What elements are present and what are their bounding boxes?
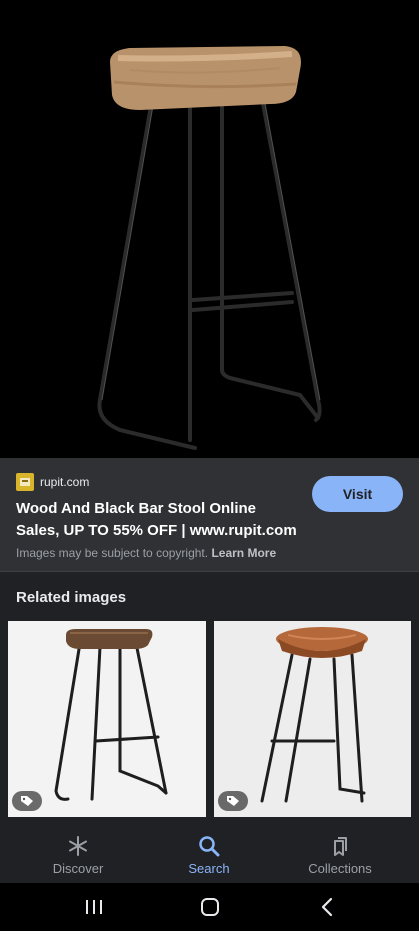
related-images-section: Related images [0, 572, 419, 820]
copyright-notice: Images may be subject to copyright. Lear… [16, 546, 276, 560]
tag-icon[interactable] [218, 791, 248, 811]
bar-stool-image [97, 46, 322, 450]
search-icon [198, 835, 220, 857]
main-image[interactable] [0, 0, 419, 458]
visit-button[interactable]: Visit [312, 476, 403, 512]
learn-more-link[interactable]: Learn More [211, 546, 276, 560]
result-title[interactable]: Wood And Black Bar Stool Online Sales, U… [16, 498, 301, 542]
tag-icon[interactable] [12, 791, 42, 811]
copyright-text: Images may be subject to copyright. [16, 546, 209, 560]
nav-search[interactable]: Search [139, 820, 279, 883]
system-navigation-bar [0, 883, 419, 931]
asterisk-icon [67, 835, 89, 857]
related-image-thumb[interactable] [8, 621, 206, 817]
bottom-navigation: Discover Search Collections [0, 820, 419, 883]
back-icon[interactable] [307, 895, 347, 919]
source-row[interactable]: rupit.com [16, 473, 89, 491]
nav-discover[interactable]: Discover [8, 820, 148, 883]
nav-search-label: Search [188, 861, 230, 876]
stool-image [8, 621, 206, 817]
result-info-panel: rupit.com Wood And Black Bar Stool Onlin… [0, 458, 419, 572]
recent-apps-icon[interactable] [74, 895, 114, 919]
nav-collections[interactable]: Collections [270, 820, 410, 883]
home-icon[interactable] [190, 895, 230, 919]
source-domain: rupit.com [40, 475, 90, 489]
related-image-thumb[interactable] [214, 621, 411, 817]
site-favicon-icon [16, 473, 34, 491]
stool-image [214, 621, 411, 817]
nav-discover-label: Discover [52, 861, 104, 876]
collections-icon [329, 835, 351, 857]
related-images-heading: Related images [16, 589, 127, 606]
nav-collections-label: Collections [308, 861, 372, 876]
